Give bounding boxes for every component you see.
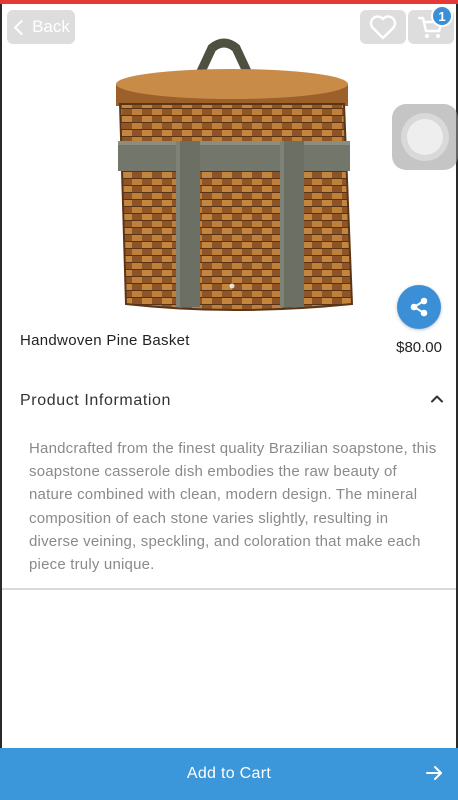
product-image [2,4,456,314]
product-description: Handcrafted from the finest quality Braz… [29,440,437,574]
favorite-button[interactable] [360,10,406,44]
heart-icon [369,15,397,40]
arrow-right-icon [426,766,442,780]
assistive-touch-dot [407,119,443,155]
cart-count-badge: 1 [431,5,453,27]
product-price: $80.00 [396,339,442,356]
chevron-left-icon [13,19,30,35]
add-to-cart-label: Add to Cart [186,765,272,782]
add-to-cart-button[interactable]: Add to Cart [0,748,458,800]
product-name: Handwoven Pine Basket [20,332,190,349]
back-button[interactable]: Back [7,10,75,44]
section-divider [2,588,456,590]
back-label: Back [32,17,70,36]
chevron-up-icon[interactable] [430,392,444,406]
share-icon [410,297,428,317]
basket-illustration [116,38,354,311]
share-button[interactable] [397,285,441,329]
product-info-title[interactable]: Product Information [20,392,171,410]
assistive-touch-button[interactable] [392,104,458,170]
assistive-touch-ring [401,113,449,161]
